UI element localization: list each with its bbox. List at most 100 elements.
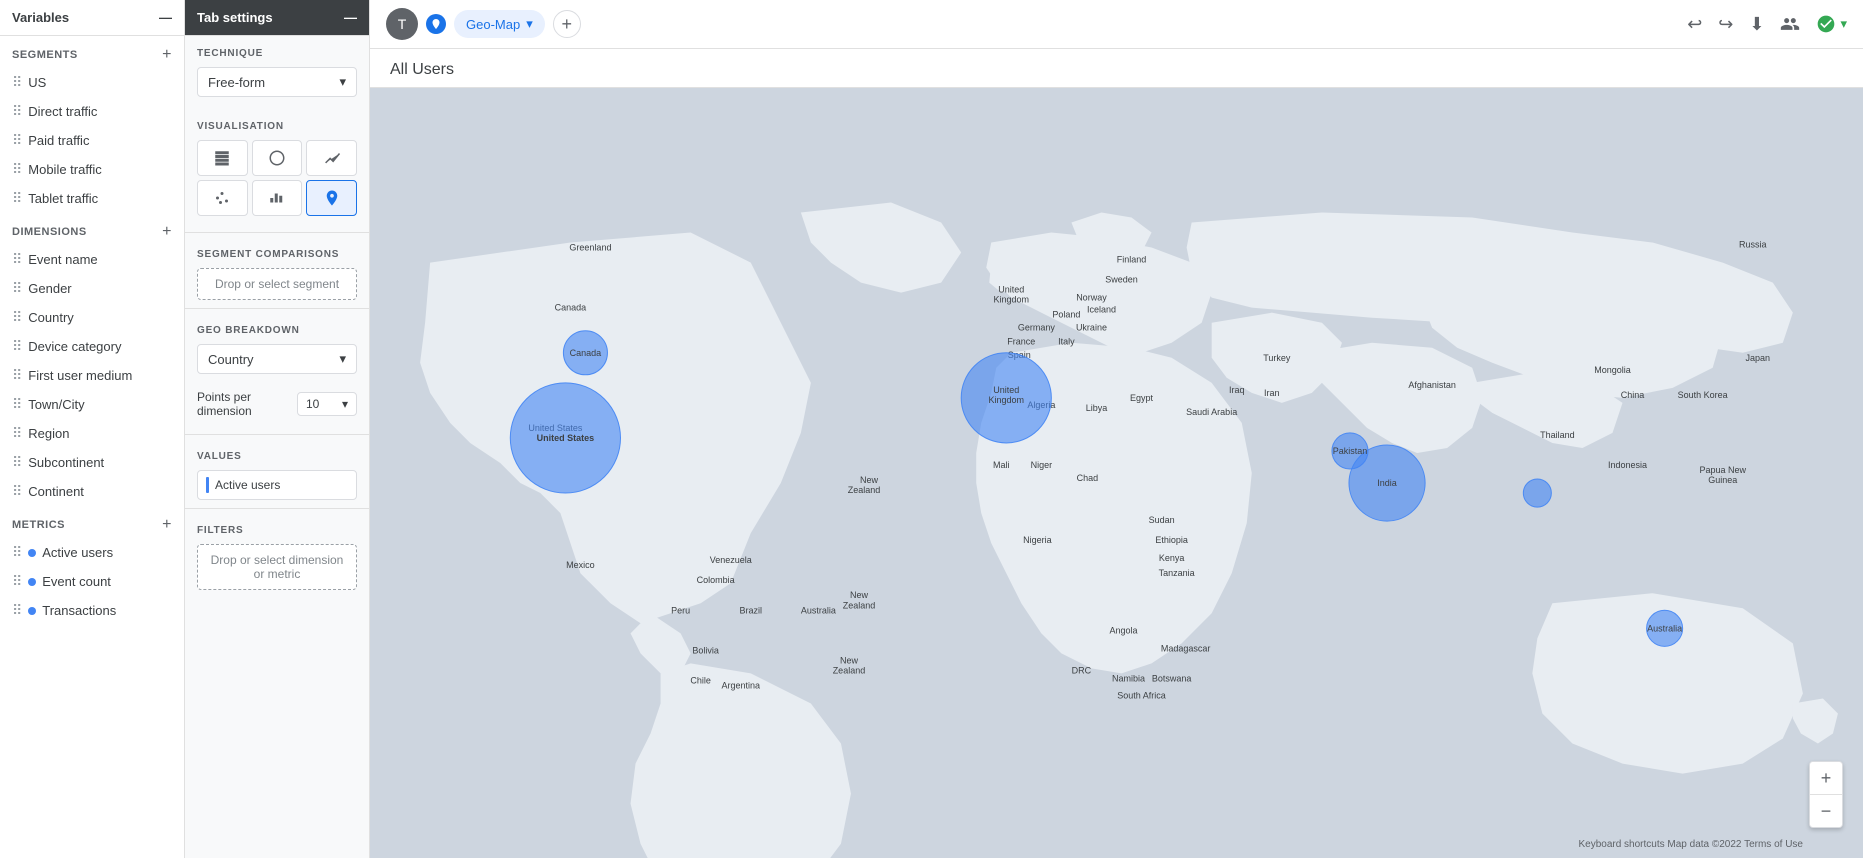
dimension-first-user-label: First user medium	[28, 368, 132, 383]
dimension-event-name-label: Event name	[28, 252, 97, 267]
zoom-in-button[interactable]: +	[1810, 762, 1842, 794]
segment-us-label: US	[28, 75, 46, 90]
dimension-item-country[interactable]: ⠿ Country	[0, 303, 184, 332]
settings-minimize-icon[interactable]: —	[344, 10, 357, 25]
zoom-out-button[interactable]: −	[1810, 795, 1842, 827]
drag-icon: ⠿	[12, 103, 22, 120]
chevron-down-icon: ▾	[339, 74, 346, 90]
points-select[interactable]: 10 ▾	[297, 392, 357, 416]
divider	[185, 508, 369, 509]
drag-icon: ⠿	[12, 602, 22, 619]
geo-breakdown-label: GEO BREAKDOWN	[185, 313, 369, 340]
metric-active-users-label: Active users	[42, 545, 113, 560]
metric-event-count-label: Event count	[42, 574, 111, 589]
metric-item-event-count[interactable]: ⠿ Event count	[0, 567, 184, 596]
dimension-item-region[interactable]: ⠿ Region	[0, 419, 184, 448]
drag-icon: ⠿	[12, 425, 22, 442]
metrics-section-header: METRICS +	[0, 506, 184, 538]
divider	[185, 308, 369, 309]
dimensions-label: DIMENSIONS	[12, 226, 87, 238]
geo-map-tab[interactable]: Geo-Map ▾	[454, 10, 545, 38]
segment-item-mobile[interactable]: ⠿ Mobile traffic	[0, 155, 184, 184]
bubble-uk	[961, 353, 1051, 443]
metric-dot	[28, 607, 36, 615]
main-content: T Geo-Map ▾ + ↩ ↪ ⬇ ▾ All Users	[370, 0, 1863, 858]
dimension-item-gender[interactable]: ⠿ Gender	[0, 274, 184, 303]
variables-panel: Variables — SEGMENTS + ⠿ US ⠿ Direct tra…	[0, 0, 185, 858]
segment-tablet-label: Tablet traffic	[28, 191, 98, 206]
segment-paid-label: Paid traffic	[28, 133, 89, 148]
dimension-item-event-name[interactable]: ⠿ Event name	[0, 245, 184, 274]
viz-geo-button[interactable]	[306, 180, 357, 216]
viz-donut-button[interactable]	[252, 140, 303, 176]
drag-icon: ⠿	[12, 454, 22, 471]
drag-icon: ⠿	[12, 309, 22, 326]
values-item-label: Active users	[215, 478, 280, 492]
user-avatar[interactable]: T	[386, 8, 418, 40]
geo-tab-icon	[426, 14, 446, 34]
share-button[interactable]	[1780, 14, 1800, 34]
add-tab-button[interactable]: +	[553, 10, 581, 38]
save-label: ▾	[1840, 16, 1847, 32]
add-metric-button[interactable]: +	[162, 516, 172, 534]
chevron-down-icon: ▾	[342, 397, 348, 411]
dimension-item-device-category[interactable]: ⠿ Device category	[0, 332, 184, 361]
viz-table-button[interactable]	[197, 140, 248, 176]
points-row: Points per dimension 10 ▾	[185, 386, 369, 430]
plus-icon: +	[561, 14, 572, 35]
viz-bar-button[interactable]	[252, 180, 303, 216]
drag-icon: ⠿	[12, 132, 22, 149]
undo-button[interactable]: ↩	[1687, 14, 1702, 35]
tab-name: Geo-Map	[466, 17, 520, 32]
dimension-item-subcontinent[interactable]: ⠿ Subcontinent	[0, 448, 184, 477]
tab-dropdown-icon: ▾	[526, 16, 533, 32]
divider	[185, 232, 369, 233]
segment-direct-label: Direct traffic	[28, 104, 97, 119]
technique-select[interactable]: Free-form ▾	[197, 67, 357, 97]
variables-minimize-icon[interactable]: —	[159, 10, 172, 25]
metric-item-active-users[interactable]: ⠿ Active users	[0, 538, 184, 567]
drag-icon: ⠿	[12, 367, 22, 384]
redo-button[interactable]: ↪	[1718, 14, 1733, 35]
values-bar	[206, 477, 209, 493]
add-segment-button[interactable]: +	[162, 46, 172, 64]
metric-transactions-label: Transactions	[42, 603, 116, 618]
add-dimension-button[interactable]: +	[162, 223, 172, 241]
bubble-pakistan	[1332, 433, 1368, 469]
drag-icon: ⠿	[12, 544, 22, 561]
visualization-grid	[185, 136, 369, 228]
dimension-item-continent[interactable]: ⠿ Continent	[0, 477, 184, 506]
segment-item-direct[interactable]: ⠿ Direct traffic	[0, 97, 184, 126]
dimension-item-first-user-medium[interactable]: ⠿ First user medium	[0, 361, 184, 390]
segment-item-us[interactable]: ⠿ US	[0, 68, 184, 97]
segment-item-tablet[interactable]: ⠿ Tablet traffic	[0, 184, 184, 213]
download-button[interactable]: ⬇	[1749, 14, 1764, 35]
drag-icon: ⠿	[12, 396, 22, 413]
metrics-label: METRICS	[12, 519, 65, 531]
dimension-town-label: Town/City	[28, 397, 84, 412]
bubble-us	[510, 383, 620, 493]
geo-breakdown-select[interactable]: Country ▾	[197, 344, 357, 374]
dimension-country-label: Country	[28, 310, 74, 325]
metric-dot	[28, 549, 36, 557]
chevron-down-icon: ▾	[339, 351, 346, 367]
dimension-gender-label: Gender	[28, 281, 71, 296]
dimension-item-town-city[interactable]: ⠿ Town/City	[0, 390, 184, 419]
filters-drop-zone[interactable]: Drop or select dimension or metric	[197, 544, 357, 590]
dimensions-section-header: DIMENSIONS +	[0, 213, 184, 245]
zoom-controls: + −	[1809, 761, 1843, 828]
drag-icon: ⠿	[12, 338, 22, 355]
save-button[interactable]: ▾	[1816, 14, 1847, 34]
technique-value: Free-form	[208, 75, 265, 90]
values-item: Active users	[197, 470, 357, 500]
viz-line-button[interactable]	[306, 140, 357, 176]
map-container[interactable]: Iceland Finland Sweden Norway United Kin…	[370, 88, 1863, 858]
settings-panel: Tab settings — TECHNIQUE Free-form ▾ VIS…	[185, 0, 370, 858]
dimension-subcontinent-label: Subcontinent	[28, 455, 104, 470]
viz-scatter-button[interactable]	[197, 180, 248, 216]
segment-drop-zone[interactable]: Drop or select segment	[197, 268, 357, 300]
segment-item-paid[interactable]: ⠿ Paid traffic	[0, 126, 184, 155]
drag-icon: ⠿	[12, 573, 22, 590]
filters-drop-label: Drop or select dimension or metric	[211, 553, 344, 581]
metric-item-transactions[interactable]: ⠿ Transactions	[0, 596, 184, 625]
